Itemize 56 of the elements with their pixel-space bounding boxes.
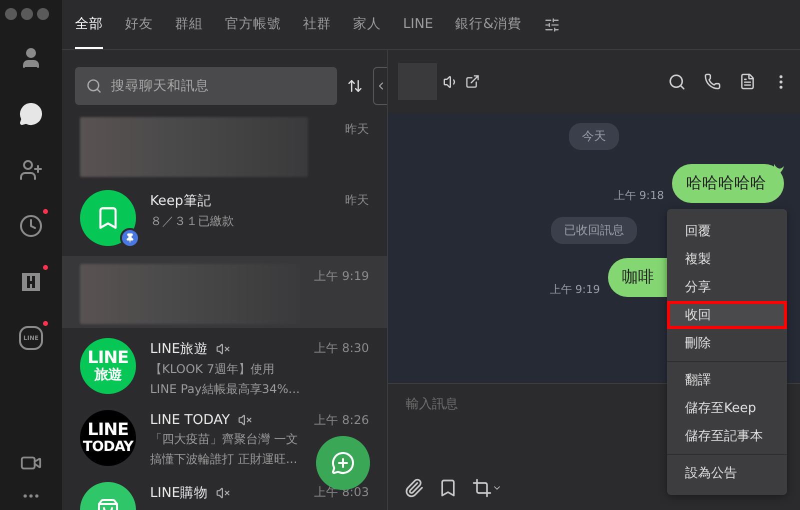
search-icon[interactable]: [668, 72, 686, 90]
chat-name: LINE旅遊: [150, 340, 208, 358]
clock-icon: [19, 214, 43, 238]
menu-item[interactable]: 分享: [667, 273, 787, 301]
chat-time: 昨天: [345, 121, 369, 138]
filter-tab[interactable]: 家人: [353, 0, 381, 49]
sort-icon[interactable]: [347, 78, 364, 94]
message-bubble[interactable]: 哈哈哈哈哈: [672, 164, 784, 203]
chat-preview: LINE Pay結帳最高享34%...: [150, 381, 300, 398]
chat-time: 上午 8:26: [314, 412, 369, 429]
phone-icon[interactable]: [704, 73, 721, 90]
menu-item[interactable]: 設為公告: [667, 459, 787, 487]
chat-time: 上午 9:19: [314, 268, 369, 285]
popout-icon[interactable]: [465, 74, 480, 89]
window-close-button[interactable]: [5, 8, 17, 20]
menu-item[interactable]: 儲存至Keep: [667, 394, 787, 422]
message-time: 上午 9:19: [550, 282, 600, 297]
menu-item[interactable]: 翻譯: [667, 366, 787, 394]
chat-time: 上午 8:30: [314, 340, 369, 357]
chat-name: LINE購物: [150, 484, 208, 502]
search-icon: [86, 78, 102, 94]
window-maximize-button[interactable]: [37, 8, 49, 20]
menu-item[interactable]: 回覆: [667, 217, 787, 245]
message-time: 上午 9:18: [614, 188, 664, 203]
filter-tab[interactable]: 群組: [175, 0, 203, 49]
menu-item[interactable]: 收回: [667, 301, 787, 329]
chat-time: 昨天: [345, 192, 369, 209]
system-message: 已收回訊息: [551, 217, 637, 244]
attach-icon[interactable]: [404, 478, 424, 498]
chat-name: LINE TODAY: [150, 412, 230, 428]
filter-tab[interactable]: LINE: [403, 0, 434, 49]
chat-preview: 【KLOOK 7週年】使用: [150, 361, 276, 378]
menu-item[interactable]: 複製: [667, 245, 787, 273]
filter-tab[interactable]: 銀行&消費: [455, 0, 522, 49]
menu-item[interactable]: 刪除: [667, 329, 787, 357]
chat-name: Keep筆記: [150, 192, 212, 210]
chat-preview: ８／３１已繳款: [150, 213, 235, 230]
avatar: LINE TODAY: [80, 410, 136, 466]
search-field[interactable]: 搜尋聊天和訊息: [75, 67, 338, 105]
chat-icon: [19, 102, 43, 126]
filter-settings-icon[interactable]: [544, 16, 560, 32]
menu-item[interactable]: 儲存至記事本: [667, 422, 787, 450]
avatar: LINE 旅遊: [80, 338, 136, 394]
filter-tab[interactable]: 好友: [125, 0, 153, 49]
window-minimize-button[interactable]: [21, 8, 33, 20]
filter-tab[interactable]: 社群: [303, 0, 331, 49]
new-chat-icon: [331, 451, 355, 475]
chat-preview: 搞懂下波輪誰打 正財運旺...: [150, 451, 298, 468]
h-logo-icon: [20, 271, 42, 293]
filter-tab[interactable]: 全部: [75, 0, 103, 49]
filter-tab[interactable]: 官方帳號: [225, 0, 281, 49]
date-divider: 今天: [569, 123, 619, 150]
chat-preview: 「四大疫苗」齊聚台灣 一文: [150, 431, 299, 448]
add-friend-icon: [19, 158, 43, 182]
crop-icon[interactable]: [472, 478, 492, 498]
notes-icon[interactable]: [739, 73, 756, 90]
